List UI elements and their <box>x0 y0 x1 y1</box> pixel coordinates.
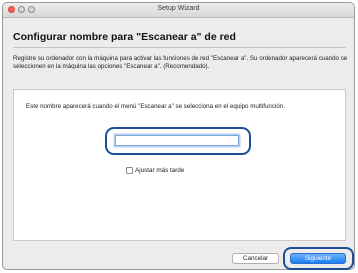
adjust-later-label[interactable]: Ajustar más tarde <box>135 167 184 174</box>
name-input-highlight <box>105 127 251 155</box>
next-button-highlight: Siguiente <box>283 247 354 270</box>
adjust-later-option[interactable]: Ajustar más tarde <box>126 166 184 175</box>
heading-divider <box>13 47 346 48</box>
cancel-button[interactable]: Cancelar <box>232 253 279 264</box>
page-description: Registre su ordenador con la máquina par… <box>13 55 348 71</box>
computer-name-input[interactable] <box>115 135 239 146</box>
page-heading: Configurar nombre para "Escanear a" de r… <box>13 31 236 43</box>
adjust-later-checkbox[interactable] <box>126 167 133 174</box>
panel-description: Este nombre aparecerá cuando el menú "Es… <box>26 103 285 110</box>
next-button[interactable]: Siguiente <box>290 253 346 264</box>
settings-panel: Este nombre aparecerá cuando el menú "Es… <box>13 89 346 241</box>
window-title: Setup Wizard <box>157 5 200 12</box>
title-bar[interactable]: Setup Wizard <box>3 3 354 18</box>
setup-wizard-window: Setup Wizard Configurar nombre para "Esc… <box>2 2 355 270</box>
